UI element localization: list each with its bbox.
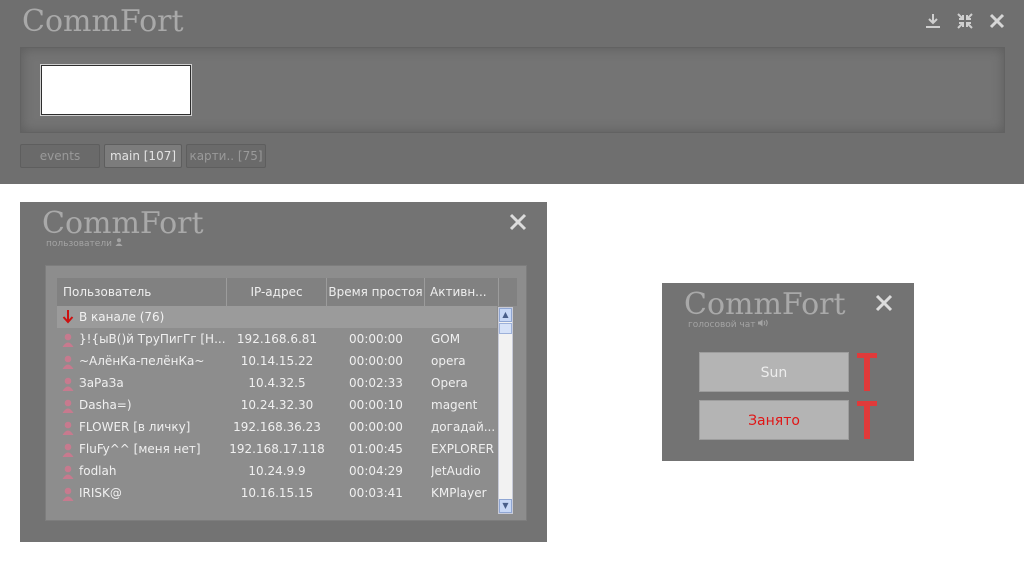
user-name: fodlah	[79, 464, 117, 478]
user-name: FLOWER [в личку]	[79, 420, 191, 434]
voice-close-icon[interactable]	[874, 293, 894, 318]
voice-subtitle: голосовой чат	[688, 319, 769, 330]
user-name: Dasha=)	[79, 398, 132, 412]
microphone-icon[interactable]	[856, 351, 878, 393]
group-label: В канале (76)	[79, 310, 165, 324]
user-row[interactable]: ~АлёнКа-пелёнКа~ 10.14.15.22 00:00:00 opera	[57, 350, 497, 372]
column-header-activity[interactable]: Активн...	[425, 278, 499, 306]
users-panel: Пользователь IP-адрес Время простоя Акти…	[45, 265, 527, 521]
user-icon	[62, 354, 74, 369]
user-activity: EXPLORER	[431, 442, 494, 456]
user-ip: 10.4.32.5	[248, 376, 306, 390]
user-idle-time: 00:00:00	[349, 332, 403, 346]
user-idle-time: 00:00:10	[349, 398, 403, 412]
voice-chat-window: CommFort голосовой чат Sun Занято	[662, 283, 914, 461]
user-activity: JetAudio	[431, 464, 481, 478]
user-activity: догадай...	[431, 420, 496, 434]
user-row[interactable]: IRISK@ 10.16.15.15 00:03:41 KMPlayer	[57, 482, 497, 504]
scroll-thumb[interactable]	[499, 323, 512, 334]
user-idle-time: 00:00:00	[349, 354, 403, 368]
users-subtitle: пользователи	[46, 238, 123, 249]
user-row[interactable]: Dasha=) 10.24.32.30 00:00:10 magent	[57, 394, 497, 416]
user-activity: KMPlayer	[431, 486, 487, 500]
user-row[interactable]: fodlah 10.24.9.9 00:04:29 JetAudio	[57, 460, 497, 482]
column-header-ip[interactable]: IP-адрес	[227, 278, 327, 306]
scroll-down-icon[interactable]: ▼	[499, 499, 512, 513]
voice-user-button-sun[interactable]: Sun	[699, 352, 849, 392]
user-ip: 192.168.17.118	[229, 442, 325, 456]
user-icon	[62, 398, 74, 413]
users-logo: CommFort	[42, 206, 204, 241]
speaker-icon	[758, 319, 769, 330]
user-icon	[62, 442, 74, 457]
users-window: CommFort пользователи Пользователь IP-ад…	[20, 202, 547, 542]
scroll-up-icon[interactable]: ▲	[499, 308, 512, 322]
close-icon[interactable]	[986, 12, 1008, 36]
user-row[interactable]: FLOWER [в личку] 192.168.36.23 00:00:00 дог…	[57, 416, 497, 438]
user-icon	[62, 486, 74, 501]
user-ip: 10.16.15.15	[240, 486, 314, 500]
user-idle-time: 00:03:41	[349, 486, 403, 500]
user-activity: opera	[431, 354, 466, 368]
user-ip: 192.168.36.23	[233, 420, 321, 434]
column-header-user[interactable]: Пользователь	[57, 278, 227, 306]
user-ip: 10.14.15.22	[240, 354, 314, 368]
user-idle-time: 00:02:33	[349, 376, 403, 390]
user-icon	[62, 464, 74, 479]
user-row[interactable]: }!{ыВ()й ТруПигГг [Н... 192.168.6.81 00:00…	[57, 328, 497, 350]
user-idle-time: 00:04:29	[349, 464, 403, 478]
user-icon	[62, 332, 74, 347]
user-idle-time: 00:00:00	[349, 420, 403, 434]
person-icon	[115, 238, 123, 249]
users-scrollbar[interactable]: ▲ ▼	[498, 307, 513, 514]
user-name: }!{ыВ()й ТруПигГг [Н...	[79, 332, 225, 346]
app-logo: CommFort	[22, 4, 184, 39]
user-name: IRISK@	[79, 486, 122, 500]
main-window: CommFort events main [107] карти.. [75]	[0, 0, 1024, 184]
user-idle-time: 01:00:45	[349, 442, 403, 456]
user-name: ~АлёнКа-пелёнКа~	[79, 354, 205, 368]
user-icon	[62, 420, 74, 435]
user-activity: magent	[431, 398, 478, 412]
user-activity: GOM	[431, 332, 461, 346]
user-name: ЗаРаЗа	[79, 376, 124, 390]
download-icon[interactable]	[922, 12, 944, 36]
tab-main[interactable]: main [107]	[104, 144, 182, 168]
shrink-icon[interactable]	[954, 12, 976, 36]
user-name: FluFy^^ [меня нет]	[79, 442, 201, 456]
user-ip: 10.24.32.30	[240, 398, 314, 412]
tab-karti[interactable]: карти.. [75]	[186, 144, 266, 168]
user-icon	[62, 376, 74, 391]
user-ip: 10.24.9.9	[248, 464, 306, 478]
user-row[interactable]: FluFy^^ [меня нет] 192.168.17.118 01:00:45…	[57, 438, 497, 460]
tab-events[interactable]: events	[20, 144, 100, 168]
users-close-icon[interactable]	[508, 212, 528, 237]
voice-logo: CommFort	[684, 287, 846, 322]
main-input-box[interactable]	[40, 64, 192, 116]
group-row-in-channel[interactable]: В канале (76)	[57, 306, 497, 328]
user-ip: 192.168.6.81	[236, 332, 318, 346]
user-activity: Opera	[431, 376, 468, 390]
users-list: В канале (76) }!{ыВ()й ТруПигГг [Н... 192…	[57, 306, 497, 512]
column-header-idle[interactable]: Время простоя	[327, 278, 425, 306]
microphone-icon[interactable]	[856, 399, 878, 441]
voice-busy-button[interactable]: Занято	[699, 400, 849, 440]
user-row[interactable]: ЗаРаЗа 10.4.32.5 00:02:33 Opera	[57, 372, 497, 394]
users-table-header: Пользователь IP-адрес Время простоя Акти…	[57, 278, 517, 306]
